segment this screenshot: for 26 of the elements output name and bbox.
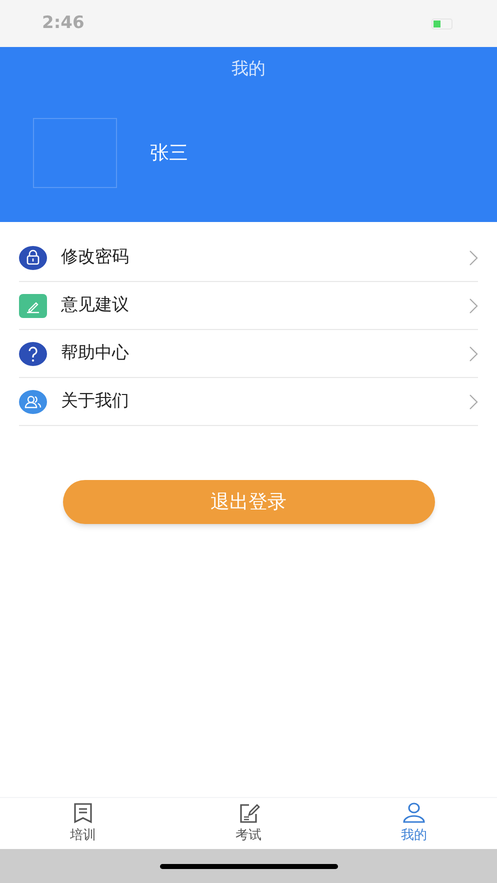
chevron-right-icon — [469, 346, 478, 362]
status-time: 2:46 — [42, 12, 84, 35]
tab-bar-item[interactable]: 我的 — [331, 798, 497, 849]
menu-label: 意见建议 — [61, 294, 130, 317]
menu-label: 帮助中心 — [61, 342, 130, 365]
user-name: 张三 — [150, 140, 188, 166]
help-icon — [19, 342, 47, 366]
lock-icon — [19, 246, 47, 270]
edit-document-icon — [238, 802, 260, 824]
menu-item[interactable]: 关于我们 — [19, 378, 478, 426]
person-icon — [402, 802, 426, 824]
menu-label: 关于我们 — [61, 390, 130, 413]
menu-item[interactable]: 修改密码 — [19, 234, 478, 282]
menu-item[interactable]: 意见建议 — [19, 282, 478, 330]
chevron-right-icon — [469, 394, 478, 410]
tab-bar-item[interactable]: 培训 — [0, 798, 166, 849]
chevron-right-icon — [469, 298, 478, 314]
bookmark-icon — [72, 802, 93, 824]
tab-bar-item[interactable]: 考试 — [166, 798, 332, 849]
menu-item[interactable]: 帮助中心 — [19, 330, 478, 378]
menu-label: 修改密码 — [61, 246, 130, 269]
chevron-right-icon — [469, 250, 478, 266]
page-title: 我的 — [232, 58, 266, 82]
pencil-icon — [19, 294, 47, 318]
battery-icon — [431, 18, 455, 30]
people-icon — [19, 390, 47, 414]
